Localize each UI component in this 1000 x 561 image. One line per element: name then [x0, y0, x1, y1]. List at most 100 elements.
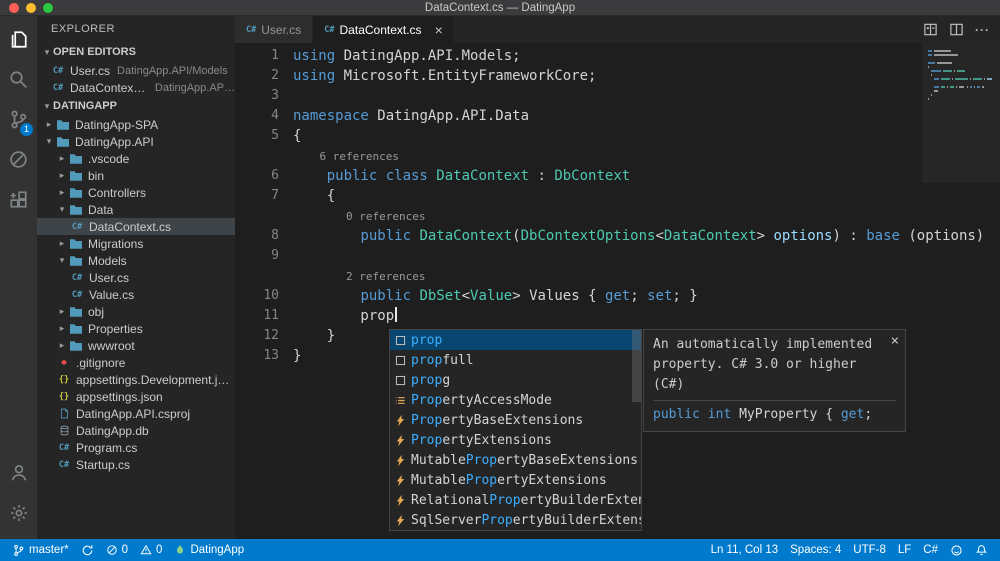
tree-folder-models[interactable]: ▾ Models [37, 252, 235, 269]
line-number[interactable]: 8 [235, 226, 293, 246]
suggestion-propertyaccessmode[interactable]: PropertyAccessMode [390, 390, 641, 410]
code-line[interactable]: 2 references [235, 266, 1000, 286]
activity-account-button[interactable] [0, 453, 37, 493]
workspace-root-header[interactable]: ▾ DATINGAPP [37, 96, 235, 116]
suggest-scrollbar[interactable] [632, 330, 641, 402]
line-number[interactable] [235, 206, 293, 226]
activity-debug-button[interactable] [0, 139, 37, 179]
line-number[interactable] [235, 266, 293, 286]
code-line[interactable]: 10 public DbSet<Value> Values { get; set… [235, 286, 1000, 306]
status-feedback[interactable] [944, 539, 969, 561]
suggestion-propfull[interactable]: propfull [390, 350, 641, 370]
status-indentation[interactable]: Spaces: 4 [784, 539, 847, 561]
suggestion-prop[interactable]: prop [390, 330, 641, 350]
open-editors-header[interactable]: ▾ OPEN EDITORS [37, 42, 235, 62]
status-branch[interactable]: master* [6, 539, 75, 561]
code-line[interactable]: 0 references [235, 206, 1000, 226]
code-line[interactable]: 3 [235, 86, 1000, 106]
status-warnings[interactable]: 0 [134, 539, 168, 561]
tree-folder-vscode[interactable]: ▸ .vscode [37, 150, 235, 167]
suggestion-sqlserverpropertybuilderextensions[interactable]: SqlServerPropertyBuilderExtensions [390, 510, 641, 530]
tree-folder-data[interactable]: ▾ Data [37, 201, 235, 218]
line-number[interactable]: 2 [235, 66, 293, 86]
minimize-window-button[interactable] [26, 2, 36, 13]
line-number[interactable]: 13 [235, 346, 293, 366]
line-number[interactable]: 11 [235, 306, 293, 326]
code-line[interactable]: 2 using Microsoft.EntityFrameworkCore; [235, 66, 1000, 86]
open-editor-item-datacontext-cs[interactable]: C# DataContext.cs DatingApp.API/... [37, 79, 235, 96]
line-number[interactable]: 10 [235, 286, 293, 306]
status-language-mode[interactable]: C# [917, 539, 944, 561]
editor[interactable]: 1 using DatingApp.API.Models; 2 using Micro… [235, 43, 1000, 539]
status-task[interactable]: DatingApp [168, 539, 250, 561]
tree-file-appsettings-json[interactable]: {} appsettings.json [37, 388, 235, 405]
status-encoding[interactable]: UTF-8 [847, 539, 892, 561]
tab-datacontext-cs[interactable]: C# DataContext.cs × [313, 16, 455, 43]
suggestion-relationalpropertybuilderextensions[interactable]: RelationalPropertyBuilderExtensions [390, 490, 641, 510]
tree-folder-wwwroot[interactable]: ▸ wwwroot [37, 337, 235, 354]
activity-source-control-button[interactable]: 1 [0, 99, 37, 139]
line-number[interactable]: 3 [235, 86, 293, 106]
tree-file-startup-cs[interactable]: C# Startup.cs [37, 456, 235, 473]
tree-folder-datingapp-api[interactable]: ▾ DatingApp.API [37, 133, 235, 150]
tree-file-program-cs[interactable]: C# Program.cs [37, 439, 235, 456]
tree-folder-migrations[interactable]: ▸ Migrations [37, 235, 235, 252]
codelens-references[interactable]: 0 references [346, 207, 425, 226]
line-number[interactable]: 7 [235, 186, 293, 206]
codelens-references[interactable]: 6 references [319, 147, 398, 166]
tree-file-appsettings-development-json[interactable]: {} appsettings.Development.json [37, 371, 235, 388]
code-line[interactable]: 9 [235, 246, 1000, 266]
line-number[interactable]: 9 [235, 246, 293, 266]
tree-folder-datingapp-spa[interactable]: ▸ DatingApp-SPA [37, 116, 235, 133]
tree-file-gitignore[interactable]: ◆ .gitignore [37, 354, 235, 371]
line-number[interactable]: 12 [235, 326, 293, 346]
more-actions-icon[interactable]: ··· [975, 23, 990, 37]
close-window-button[interactable] [9, 2, 19, 13]
line-number[interactable]: 6 [235, 166, 293, 186]
activity-settings-button[interactable] [0, 493, 37, 533]
line-number[interactable]: 1 [235, 46, 293, 66]
suggestion-mutablepropertyextensions[interactable]: MutablePropertyExtensions [390, 470, 641, 490]
status-eol[interactable]: LF [892, 539, 917, 561]
suggestion-propertyextensions[interactable]: PropertyExtensions [390, 430, 641, 450]
tree-folder-properties[interactable]: ▸ Properties [37, 320, 235, 337]
suggestion-propg[interactable]: propg [390, 370, 641, 390]
suggestion-propertybaseextensions[interactable]: PropertyBaseExtensions [390, 410, 641, 430]
status-sync[interactable] [75, 539, 100, 561]
suggestion-mutablepropertybaseextensions[interactable]: MutablePropertyBaseExtensions [390, 450, 641, 470]
tree-folder-controllers[interactable]: ▸ Controllers [37, 184, 235, 201]
status-cursor-position[interactable]: Ln 11, Col 13 [705, 539, 785, 561]
tree-folder-bin[interactable]: ▸ bin [37, 167, 235, 184]
code-line[interactable]: 4 namespace DatingApp.API.Data [235, 106, 1000, 126]
code-line[interactable]: 6 references [235, 146, 1000, 166]
line-number[interactable] [235, 146, 293, 166]
open-changes-icon[interactable] [923, 22, 938, 37]
minimap[interactable] [922, 43, 1000, 253]
tree-folder-obj[interactable]: ▸ obj [37, 303, 235, 320]
activity-extensions-button[interactable] [0, 179, 37, 219]
split-editor-icon[interactable] [949, 22, 964, 37]
line-number[interactable]: 4 [235, 106, 293, 126]
code-line[interactable]: 5{ [235, 126, 1000, 146]
activity-search-button[interactable] [0, 59, 37, 99]
code-line[interactable]: 6 public class DataContext : DbContext [235, 166, 1000, 186]
codelens-references[interactable]: 2 references [346, 267, 425, 286]
zoom-window-button[interactable] [43, 2, 53, 13]
code-line[interactable]: 11 prop [235, 306, 1000, 326]
tree-file-datacontext-cs[interactable]: C# DataContext.cs [37, 218, 235, 235]
status-errors[interactable]: 0 [100, 539, 134, 561]
line-number[interactable]: 5 [235, 126, 293, 146]
tab-user-cs[interactable]: C# User.cs [235, 16, 314, 43]
tree-file-datingapp-api-csproj[interactable]: DatingApp.API.csproj [37, 405, 235, 422]
code-line[interactable]: 8 public DataContext(DbContextOptions<Da… [235, 226, 1000, 246]
close-icon[interactable]: × [435, 23, 443, 37]
code-line[interactable]: 7 { [235, 186, 1000, 206]
code-line[interactable]: 1 using DatingApp.API.Models; [235, 46, 1000, 66]
tree-file-user-cs[interactable]: C# User.cs [37, 269, 235, 286]
activity-explorer-button[interactable] [0, 19, 37, 59]
open-editor-item-user-cs[interactable]: C# User.cs DatingApp.API/Models [37, 62, 235, 79]
close-icon[interactable]: × [891, 331, 899, 351]
tree-file-datingapp-db[interactable]: DatingApp.db [37, 422, 235, 439]
tree-file-value-cs[interactable]: C# Value.cs [37, 286, 235, 303]
status-notifications[interactable] [969, 539, 994, 561]
